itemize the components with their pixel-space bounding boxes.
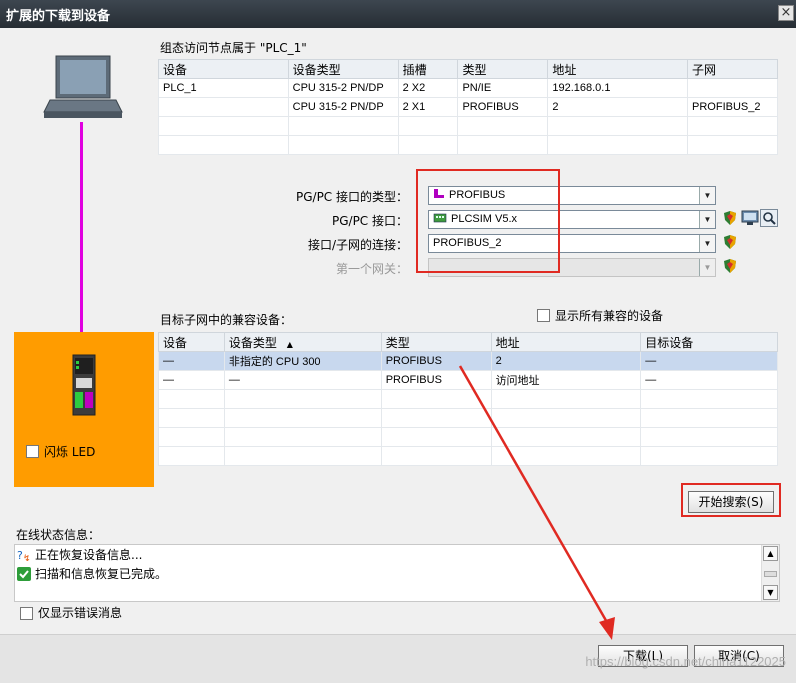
annotation-arrow: [458, 365, 615, 640]
